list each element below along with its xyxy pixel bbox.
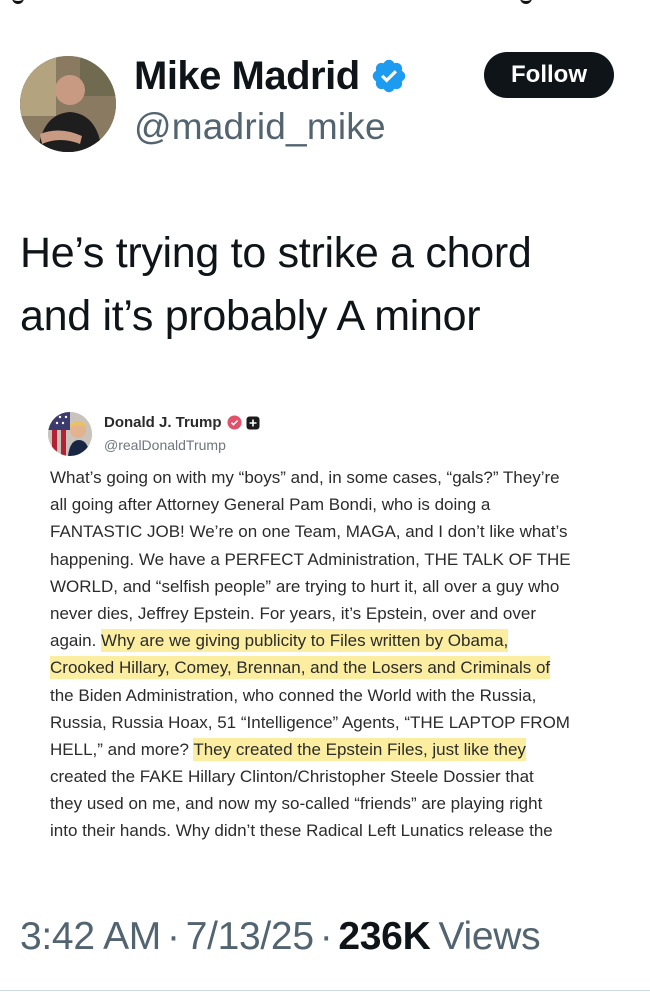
embedded-post-line: created the FAKE Hillary Clinton/Christo… — [50, 763, 625, 790]
views-count[interactable]: 236K — [338, 915, 430, 959]
tweet-text: He’s trying to strike a chord and it’s p… — [20, 222, 630, 348]
tweet-date[interactable]: 7/13/25 — [186, 915, 314, 959]
highlighted-text: Why are we giving publicity to Files wri… — [101, 629, 509, 653]
post-text: the Biden Administration, who conned the… — [50, 685, 537, 705]
avatar[interactable] — [20, 56, 116, 152]
post-text: Russia, Russia Hoax, 51 “Intelligence” A… — [50, 712, 570, 732]
embedded-post-line: all going after Attorney General Pam Bon… — [50, 491, 625, 518]
follow-button[interactable]: Follow — [484, 52, 614, 98]
embedded-post-line: WORLD, and “selfish people” are trying t… — [50, 573, 625, 600]
cropped-icon — [12, 0, 24, 4]
embedded-post-line: they used on me, and now my so-called “f… — [50, 790, 625, 817]
cropped-top-edge — [0, 0, 650, 6]
tweet-header: Mike Madrid @madrid_mike Follow — [20, 52, 630, 162]
divider — [0, 990, 650, 991]
embedded-post-line: into their hands. Why didn’t these Radic… — [50, 817, 625, 844]
tweet-text-line: He’s trying to strike a chord — [20, 229, 532, 277]
embedded-name-row: Donald J. Trump — [104, 414, 260, 431]
embedded-post-line: What’s going on with my “boys” and, in s… — [50, 464, 625, 491]
meta-separator: · — [167, 915, 180, 958]
post-text: What’s going on with my “boys” and, in s… — [50, 468, 560, 487]
post-text: WORLD, and “selfish people” are trying t… — [50, 576, 560, 596]
verified-badge-icon — [226, 415, 242, 430]
post-text: happening. We have a PERFECT Administrat… — [50, 549, 571, 569]
embedded-display-name: Donald J. Trump — [104, 414, 222, 431]
views-label[interactable]: Views — [438, 915, 540, 959]
post-text: FANTASTIC JOB! We’re on one Team, MAGA, … — [50, 522, 568, 542]
author-handle[interactable]: @madrid_mike — [134, 106, 386, 148]
embedded-screenshot[interactable]: Donald J. Trump @realDonaldTrump What’s … — [40, 400, 630, 855]
embedded-post-body: What’s going on with my “boys” and, in s… — [50, 464, 625, 845]
post-text: all going after Attorney General Pam Bon… — [50, 495, 491, 515]
embedded-post-line: HELL,” and more? They created the Epstei… — [50, 736, 625, 763]
embedded-handle: @realDonaldTrump — [104, 437, 226, 453]
embedded-post-line: Russia, Russia Hoax, 51 “Intelligence” A… — [50, 709, 625, 736]
square-badge-icon — [246, 416, 260, 430]
embedded-post-line: happening. We have a PERFECT Administrat… — [50, 546, 625, 573]
embedded-post-line: the Biden Administration, who conned the… — [50, 682, 625, 709]
avatar-photo — [20, 56, 116, 152]
highlighted-text: They created the Epstein Files, just lik… — [193, 737, 526, 761]
embedded-avatar — [48, 412, 92, 456]
tweet-meta: 3:42 AM · 7/13/25 · 236K Views — [20, 912, 541, 962]
embedded-post-line: never dies, Jeffrey Epstein. For years, … — [50, 600, 625, 627]
meta-separator: · — [319, 915, 333, 958]
embedded-post-line: Crooked Hillary, Comey, Brennan, and the… — [50, 654, 625, 681]
highlighted-text: Crooked Hillary, Comey, Brennan, and the… — [50, 656, 551, 680]
post-text: they used on me, and now my so-called “f… — [50, 794, 543, 814]
author-name-row: Mike Madrid — [134, 54, 408, 98]
embedded-post-line: FANTASTIC JOB! We’re on one Team, MAGA, … — [50, 518, 625, 545]
embedded-post-line: again. Why are we giving publicity to Fi… — [50, 627, 625, 654]
verified-badge-icon — [370, 57, 408, 95]
post-text: HELL,” and more? — [50, 739, 194, 759]
author-display-name[interactable]: Mike Madrid — [134, 54, 360, 99]
post-text: again. — [50, 631, 102, 651]
post-text: into their hands. Why didn’t these Radic… — [50, 821, 553, 841]
post-text: never dies, Jeffrey Epstein. For years, … — [50, 603, 536, 623]
post-text: created the FAKE Hillary Clinton/Christo… — [50, 767, 534, 787]
cropped-icon — [520, 0, 532, 4]
tweet-text-line: and it’s probably A minor — [20, 292, 481, 340]
tweet-time[interactable]: 3:42 AM — [20, 915, 161, 959]
